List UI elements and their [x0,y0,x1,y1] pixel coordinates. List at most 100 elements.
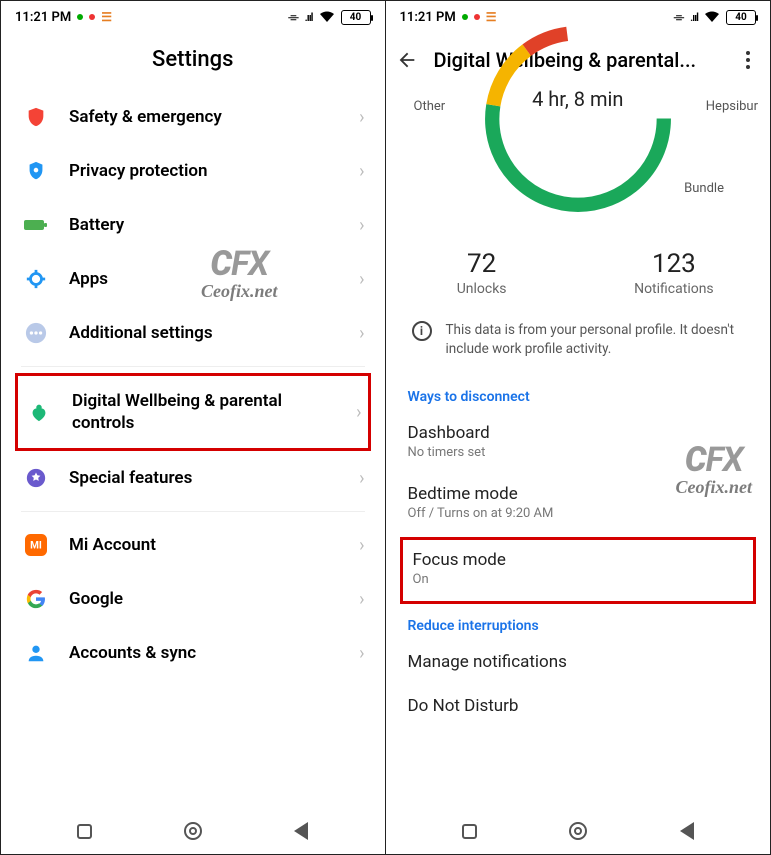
list-item-additional[interactable]: Additional settings › [1,306,385,360]
chevron-right-icon: › [359,269,364,290]
info-text: This data is from your personal profile.… [446,321,749,359]
chevron-right-icon: › [356,402,361,423]
list-item-label: Privacy protection [69,160,339,182]
dot-icon [77,14,83,20]
option-bedtime[interactable]: Bedtime mode Off / Turns on at 9:20 AM [386,472,771,533]
chevron-right-icon: › [359,535,364,556]
list-item-label: Accounts & sync [69,642,339,664]
signal-icon: .ııl [305,11,313,24]
stat-label: Notifications [578,281,770,297]
signal-icon: .ııl [690,11,698,24]
list-item-label: Google [69,588,339,610]
section-header-reduce: Reduce interruptions [386,610,771,640]
nav-back-button[interactable] [680,822,694,840]
list-item-battery[interactable]: Battery › [1,198,385,252]
list-item-mi-account[interactable]: MI Mi Account › [1,518,385,572]
nav-back-button[interactable] [294,822,308,840]
apps-icon [23,266,49,292]
chevron-right-icon: › [359,161,364,182]
wellbeing-icon [26,399,52,425]
list-item-label: Special features [69,467,339,489]
dots-icon [23,320,49,346]
option-title: Focus mode [413,550,744,570]
back-arrow-icon[interactable] [396,49,418,71]
stat-label: Unlocks [386,281,578,297]
option-title: Do Not Disturb [408,696,749,716]
shield-icon [23,104,49,130]
nav-recent-button[interactable] [77,824,92,839]
status-bar: 11:21 PM ☰ ⌯ .ııl 40 [1,1,385,33]
chart-label-hepsibur: Hepsibur [706,99,758,114]
dot-icon [89,14,95,20]
list-item-special[interactable]: Special features › [1,451,385,505]
list-item-accounts[interactable]: Accounts & sync › [1,626,385,680]
option-subtitle: On [413,572,744,587]
chart-label-bundle: Bundle [684,181,724,196]
status-time: 11:21 PM [400,10,456,25]
info-banner: i This data is from your personal profil… [386,305,771,381]
nav-home-button[interactable] [184,822,202,840]
account-icon [23,640,49,666]
list-item-label: Digital Wellbeing & parental controls [72,390,336,434]
google-icon [23,586,49,612]
highlighted-option-box: Focus mode On [400,537,757,604]
stat-value: 72 [386,249,578,279]
highlighted-item-box: Digital Wellbeing & parental controls › [15,373,371,451]
option-dnd[interactable]: Do Not Disturb [386,684,771,720]
option-dashboard[interactable]: Dashboard No timers set [386,411,771,472]
nav-home-button[interactable] [569,822,587,840]
stats-row: 72 Unlocks 123 Notifications [386,237,771,305]
usage-chart[interactable]: 4 hr, 8 min Other Hepsibur Bundle [386,87,771,237]
chevron-right-icon: › [359,215,364,236]
option-title: Bedtime mode [408,484,749,504]
wifi-icon [704,11,720,23]
stat-unlocks[interactable]: 72 Unlocks [386,249,578,297]
stat-notifications[interactable]: 123 Notifications [578,249,770,297]
option-subtitle: Off / Turns on at 9:20 AM [408,506,749,521]
option-title: Manage notifications [408,652,749,672]
mi-icon: MI [23,532,49,558]
info-icon: i [412,321,432,341]
stat-value: 123 [578,249,770,279]
status-time: 11:21 PM [15,10,71,25]
nav-bar [1,808,385,854]
list-item-label: Apps [69,268,339,290]
chevron-right-icon: › [359,323,364,344]
nav-bar [386,808,771,854]
page-title: Settings [1,33,385,90]
nav-recent-button[interactable] [462,824,477,839]
settings-list[interactable]: Safety & emergency › Privacy protection … [1,90,385,808]
chevron-right-icon: › [359,589,364,610]
list-item-wellbeing[interactable]: Digital Wellbeing & parental controls › [18,376,362,448]
bluetooth-icon: ⌯ [288,10,298,25]
special-icon [23,465,49,491]
list-item-google[interactable]: Google › [1,572,385,626]
list-item-label: Battery [69,214,339,236]
option-manage-notifications[interactable]: Manage notifications [386,640,771,684]
option-subtitle: No timers set [408,445,749,460]
wifi-icon [319,11,335,23]
option-title: Dashboard [408,423,749,443]
chevron-right-icon: › [359,107,364,128]
battery-icon: 40 [341,10,371,25]
privacy-icon [23,158,49,184]
overflow-menu-icon[interactable] [740,45,756,75]
option-focus-mode[interactable]: Focus mode On [403,540,754,601]
divider [21,511,365,512]
section-header-disconnect: Ways to disconnect [386,381,771,411]
list-item-label: Safety & emergency [69,106,339,128]
settings-screen: 11:21 PM ☰ ⌯ .ııl 40 Settings Safety & e… [1,1,386,854]
chart-label-other: Other [414,99,446,114]
list-item-label: Mi Account [69,534,339,556]
list-item-apps[interactable]: Apps › [1,252,385,306]
list-item-privacy[interactable]: Privacy protection › [1,144,385,198]
svg-text:MI: MI [30,541,42,552]
list-item-safety[interactable]: Safety & emergency › [1,90,385,144]
chevron-right-icon: › [359,468,364,489]
battery-icon: 40 [726,10,756,25]
wellbeing-screen: 11:21 PM ☰ ⌯ .ııl 40 Digital Wellbeing &… [386,1,771,854]
battery-icon [23,212,49,238]
chevron-right-icon: › [359,643,364,664]
list-item-label: Additional settings [69,322,339,344]
donut-chart-icon [468,9,688,229]
